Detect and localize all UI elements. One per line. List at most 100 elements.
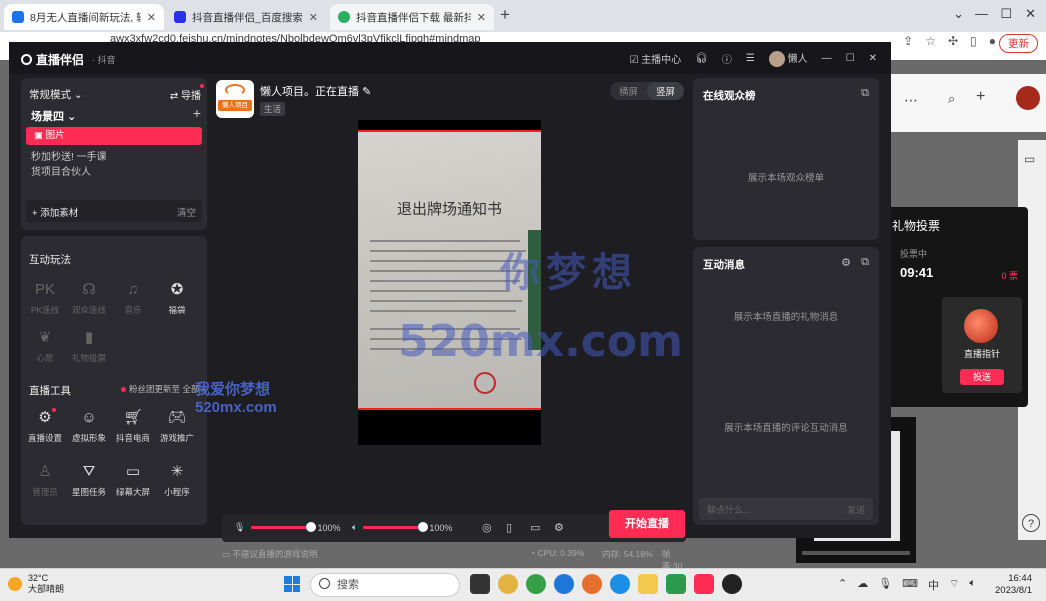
tool-ecommerce[interactable]: 🛒︎ 抖音电商: [113, 408, 153, 444]
fans-note[interactable]: 粉丝团更新至 全部 ›: [121, 383, 205, 395]
audience-link-icon: ☊: [82, 281, 96, 298]
live-preview[interactable]: 退出牌场通知书: [358, 120, 541, 445]
sidepanel-icon[interactable]: ▯: [970, 34, 977, 48]
close-icon[interactable]: ✕: [477, 11, 486, 24]
camera-icon[interactable]: ▭: [530, 521, 540, 534]
live-companion-icon[interactable]: [694, 574, 714, 594]
cloud-icon[interactable]: ☁: [857, 577, 868, 593]
firefox-icon[interactable]: [582, 574, 602, 594]
close-window-icon[interactable]: ✕: [1025, 6, 1036, 22]
folder-icon[interactable]: [638, 574, 658, 594]
tool-wish[interactable]: ❦ 心愿: [25, 328, 65, 364]
weather-widget[interactable]: 32°C 大部晴朗: [8, 573, 64, 595]
comment-input[interactable]: 聊点什么...: [707, 503, 751, 516]
tool-greenscreen[interactable]: ▭ 绿幕大屏: [113, 462, 153, 498]
tool-game-promo[interactable]: 🎮︎ 游戏推广: [157, 408, 197, 444]
director-switch-button[interactable]: ⇄ 导播: [170, 84, 204, 102]
maximize-icon[interactable]: ☐: [1000, 6, 1012, 22]
tool-avatar[interactable]: ☺ 虚拟形象: [69, 408, 109, 444]
clock[interactable]: 16:44 2023/8/1: [995, 573, 1032, 597]
headset-icon[interactable]: 🎧︎: [695, 53, 708, 64]
help-icon[interactable]: ?: [1022, 514, 1040, 532]
tool-live-settings[interactable]: ⚙ 直播设置: [25, 408, 65, 444]
edge-icon[interactable]: [526, 574, 546, 594]
volume-icon[interactable]: 🔈︎: [969, 577, 976, 593]
minimize-icon[interactable]: —: [822, 53, 832, 64]
help-icon[interactable]: ⓘ: [722, 51, 732, 66]
start-live-button[interactable]: 开始直播: [609, 510, 685, 538]
account-title[interactable]: 懒人项目。正在直播 ✎: [260, 83, 371, 99]
memory-status: 内存: 54.18%: [602, 549, 653, 559]
mode-dropdown[interactable]: 常规模式 ⌄: [29, 87, 83, 102]
chevron-up-icon[interactable]: ⌃: [838, 577, 847, 593]
portrait-option[interactable]: 竖屏: [646, 82, 684, 100]
close-icon[interactable]: ✕: [869, 53, 877, 64]
menu-icon[interactable]: ☰: [746, 53, 755, 64]
add-source-button[interactable]: + 添加素材: [32, 205, 78, 219]
scene-dropdown[interactable]: 场景四 ⌄: [31, 108, 76, 124]
tool-star-task[interactable]: ⛛ 星图任务: [69, 462, 109, 498]
send-button[interactable]: 发送: [847, 503, 865, 516]
taskbar-search[interactable]: 搜索: [310, 573, 460, 597]
avatar[interactable]: [1016, 86, 1040, 110]
browser-icon[interactable]: [554, 574, 574, 594]
gift-vote-button[interactable]: 投送: [960, 369, 1004, 385]
speaker-icon[interactable]: 🔈︎: [352, 522, 357, 533]
app-icon[interactable]: [610, 574, 630, 594]
mic-volume-slider[interactable]: [251, 522, 317, 532]
browser-tab-3[interactable]: 抖音直播伴侣下载 最新抖音直播 ✕: [330, 4, 494, 30]
comment-icon[interactable]: ▭: [1024, 152, 1035, 166]
effects-icon[interactable]: ◎: [482, 521, 492, 534]
slider-handle[interactable]: [418, 522, 429, 532]
screen-icon[interactable]: ▯: [506, 521, 512, 534]
tool-admin[interactable]: ♙ 管理员: [25, 462, 65, 498]
settings-icon[interactable]: ⚙: [841, 256, 851, 269]
lang-indicator[interactable]: 中: [928, 577, 939, 593]
slider-handle[interactable]: [306, 522, 317, 532]
clear-button[interactable]: 清空: [177, 205, 196, 219]
source-item-image[interactable]: ▣ 图片: [26, 127, 202, 145]
chrome-icon[interactable]: [498, 574, 518, 594]
tool-audience-link[interactable]: ☊ 观众连线: [69, 280, 109, 316]
popout-icon[interactable]: ⧉: [861, 87, 869, 100]
settings-icon[interactable]: ⚙: [554, 521, 564, 534]
close-icon[interactable]: ✕: [147, 11, 156, 24]
landscape-option[interactable]: 横屏: [610, 82, 647, 100]
player-icon[interactable]: [722, 574, 742, 594]
maximize-icon[interactable]: ☐: [846, 53, 855, 64]
search-icon[interactable]: ⌕: [948, 91, 955, 107]
wifi-icon[interactable]: ⌔: [949, 577, 959, 593]
category-tag[interactable]: 生活: [260, 102, 286, 116]
new-tab-icon[interactable]: +: [500, 5, 510, 25]
start-button[interactable]: [284, 576, 300, 592]
bookmark-star-icon[interactable]: ☆: [925, 34, 936, 48]
tool-lucky-bag[interactable]: ✪ 福袋: [157, 280, 197, 316]
profile-icon[interactable]: ●: [989, 34, 996, 48]
browser-tab-2[interactable]: 抖音直播伴侣_百度搜索 ✕: [166, 4, 326, 30]
green-app-icon[interactable]: [666, 574, 686, 594]
tool-pk[interactable]: PK PK连线: [25, 280, 65, 316]
account-logo[interactable]: 懒人项目: [216, 80, 254, 118]
extensions-icon[interactable]: ✣: [948, 34, 958, 48]
minimize-icon[interactable]: —: [975, 6, 988, 21]
tool-gift-vote[interactable]: ▮ 礼物投票: [69, 328, 109, 364]
add-icon[interactable]: +: [976, 88, 985, 106]
user-menu[interactable]: 懒人: [768, 50, 808, 68]
tool-mini-program[interactable]: ✳ 小程序: [157, 462, 197, 498]
tool-music[interactable]: ♫ 音乐: [113, 280, 153, 316]
mic-icon[interactable]: 🎙︎: [878, 577, 892, 593]
close-icon[interactable]: ✕: [309, 11, 318, 24]
browser-tab-1[interactable]: 8月无人直播间新玩法, 轻松日入 ✕: [4, 4, 164, 30]
input-icon[interactable]: ⌨: [902, 577, 918, 593]
add-scene-icon[interactable]: +: [193, 105, 201, 121]
more-icon[interactable]: ⋯: [904, 92, 918, 109]
microphone-icon[interactable]: 🎙︎: [234, 522, 245, 533]
chevron-down-icon[interactable]: ⌄: [953, 6, 964, 22]
task-view-icon[interactable]: [470, 574, 490, 594]
popout-icon[interactable]: ⧉: [861, 256, 869, 269]
creator-center-button[interactable]: ☑ 主播中心: [629, 51, 681, 66]
game-hint[interactable]: ▭ 不建议直播的游戏说明: [222, 548, 317, 560]
share-icon[interactable]: ⇪: [903, 34, 913, 48]
update-button[interactable]: 更新: [999, 34, 1038, 53]
speaker-volume-slider[interactable]: [363, 522, 429, 532]
